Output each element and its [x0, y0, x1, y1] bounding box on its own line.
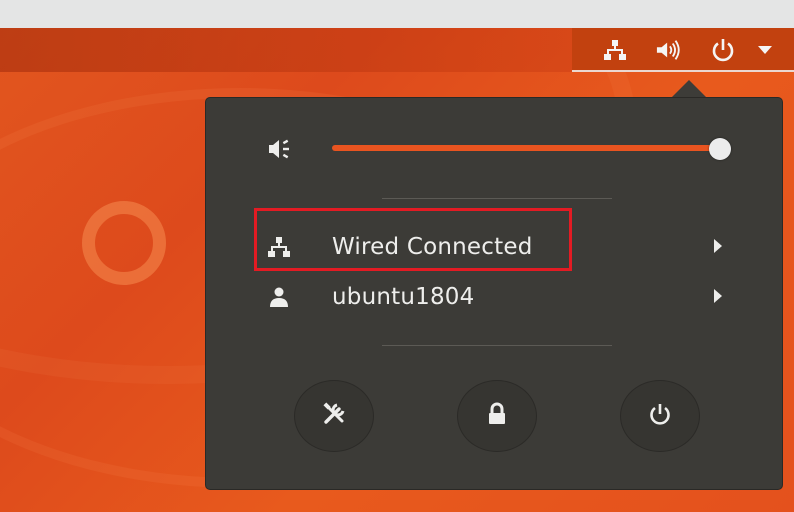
menu-pointer-arrow	[671, 80, 707, 98]
power-off-button[interactable]	[620, 380, 700, 452]
volume-slider-handle[interactable]	[709, 138, 731, 160]
network-wired-icon[interactable]	[602, 36, 628, 64]
user-icon	[268, 286, 290, 312]
system-indicator-area[interactable]	[572, 28, 794, 72]
dropdown-arrow-icon[interactable]	[752, 36, 778, 64]
power-off-icon	[648, 402, 672, 430]
volume-slider-track[interactable]	[332, 145, 720, 151]
chevron-right-icon	[714, 289, 722, 303]
ubuntu-logo-ring	[82, 201, 166, 285]
indicator-active-line	[572, 70, 794, 72]
menu-separator	[382, 345, 612, 346]
volume-icon[interactable]	[656, 36, 682, 64]
menu-separator	[382, 198, 612, 199]
annotation-highlight-box	[254, 208, 572, 271]
volume-muted-icon[interactable]	[268, 137, 296, 165]
lock-icon	[486, 402, 508, 430]
lock-button[interactable]	[457, 380, 537, 452]
chevron-right-icon	[714, 239, 722, 253]
window-top-strip	[0, 0, 794, 28]
system-menu: Wired Connected ubuntu1804	[205, 97, 783, 490]
settings-tools-icon	[321, 401, 347, 431]
power-icon[interactable]	[710, 36, 736, 64]
settings-button[interactable]	[294, 380, 374, 452]
menu-item-label: ubuntu1804	[332, 284, 475, 310]
menu-item-user[interactable]: ubuntu1804	[254, 279, 734, 315]
